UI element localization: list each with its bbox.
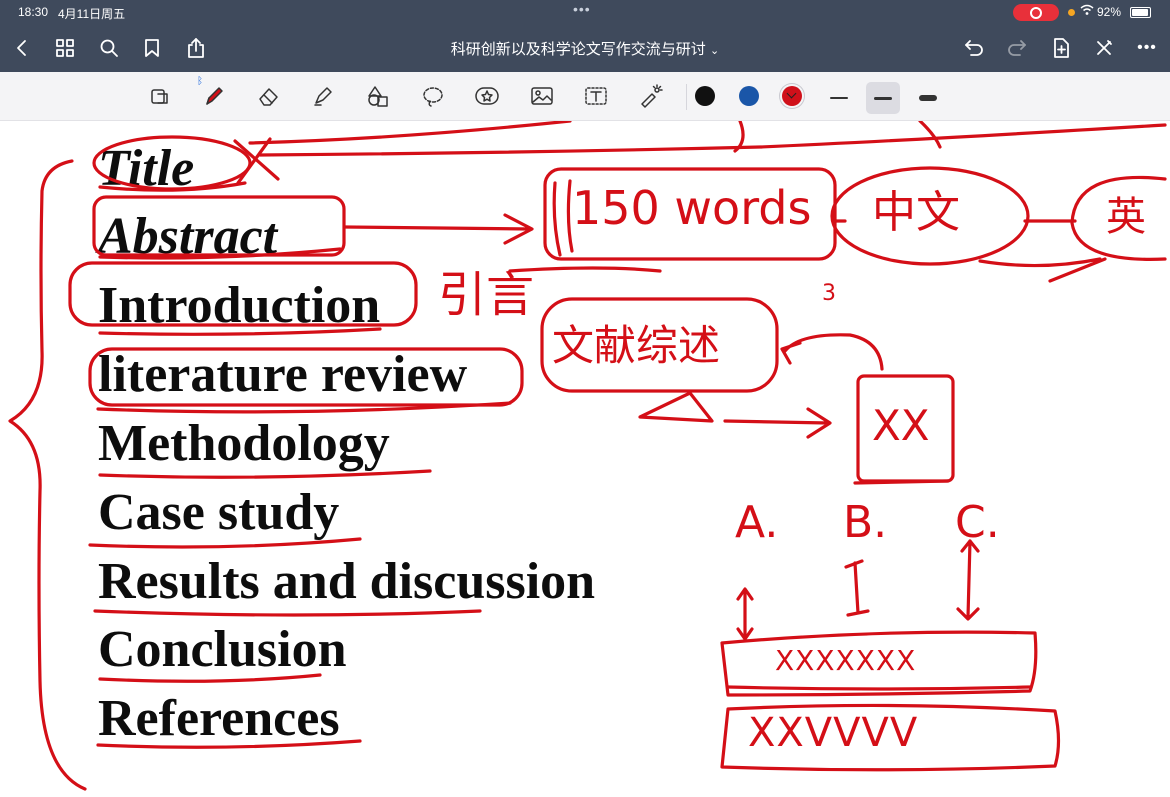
eraser-icon[interactable] bbox=[254, 82, 284, 110]
litreview-loop bbox=[88, 347, 524, 407]
back-icon[interactable] bbox=[10, 36, 34, 60]
annotation-abstract-words: 150 words bbox=[572, 181, 812, 235]
more-icon[interactable]: ••• bbox=[1135, 36, 1159, 60]
document-title[interactable]: 科研创新以及科学论文写作交流与研讨 ⌄ bbox=[380, 38, 790, 59]
share-icon[interactable] bbox=[184, 36, 208, 60]
arrow-b bbox=[844, 559, 870, 617]
title-loop bbox=[92, 135, 252, 191]
toolbar-divider bbox=[686, 84, 687, 110]
redo-icon[interactable] bbox=[1005, 36, 1029, 60]
stroke-thick[interactable] bbox=[911, 82, 945, 114]
note-page[interactable]: Title Abstract Introduction literature r… bbox=[0, 121, 1170, 797]
wifi-icon bbox=[1080, 4, 1094, 19]
top-stroke-1 bbox=[248, 121, 572, 145]
arrow-c bbox=[956, 539, 980, 621]
annotation-number: 3 bbox=[822, 281, 836, 306]
undo-icon[interactable] bbox=[962, 36, 986, 60]
annotation-lit-review: 文献综述 bbox=[552, 321, 721, 370]
drawing-toolbar: ᛒ bbox=[0, 72, 1170, 121]
lasso-icon[interactable] bbox=[418, 82, 448, 110]
annotation-label-c: C. bbox=[955, 497, 1000, 548]
color-blue[interactable] bbox=[739, 86, 759, 106]
annotation-label-a: A. bbox=[735, 497, 779, 548]
annotation-box1: XXXXXXX bbox=[775, 644, 917, 677]
image-icon[interactable] bbox=[527, 82, 557, 110]
stroke-thin[interactable] bbox=[822, 82, 856, 114]
status-date: 4月11日周五 bbox=[58, 7, 126, 21]
add-page-icon[interactable] bbox=[1049, 36, 1073, 60]
left-brace bbox=[8, 159, 87, 791]
privacy-indicator-icon bbox=[1068, 9, 1075, 16]
stroke-medium-selected[interactable] bbox=[866, 82, 900, 114]
annotation-intro: 引言 bbox=[438, 267, 535, 323]
sticker-icon[interactable] bbox=[472, 82, 502, 110]
arrow-a bbox=[736, 587, 754, 641]
highlighter-icon[interactable] bbox=[308, 82, 338, 110]
battery-percent: 92% bbox=[1097, 5, 1122, 19]
intro-loop bbox=[68, 261, 418, 327]
color-red-selected[interactable] bbox=[782, 86, 802, 106]
annotation-box2: XXVVVV bbox=[748, 710, 919, 756]
multitask-dots-icon[interactable]: ••• bbox=[573, 1, 591, 17]
grid-view-icon[interactable] bbox=[53, 36, 77, 60]
annotation-box: XX bbox=[872, 401, 930, 450]
battery-icon bbox=[1130, 7, 1151, 18]
laser-pointer-icon[interactable] bbox=[636, 82, 666, 110]
abstract-box bbox=[92, 195, 346, 257]
chevron-down-icon bbox=[786, 88, 797, 99]
close-pen-icon[interactable] bbox=[1092, 36, 1116, 60]
bluetooth-icon: ᛒ bbox=[197, 76, 203, 87]
status-time: 18:30 bbox=[18, 5, 49, 19]
lasso-page-icon[interactable] bbox=[145, 82, 175, 110]
annotation-english: 英 bbox=[1106, 194, 1146, 240]
search-icon[interactable] bbox=[97, 36, 121, 60]
pen-tool-icon[interactable]: ᛒ bbox=[197, 76, 229, 110]
status-bar: 18:30 4月11日周五 ••• 92% bbox=[0, 0, 1170, 24]
annotation-label-b: B. bbox=[843, 497, 888, 548]
top-stroke-4 bbox=[918, 121, 942, 149]
text-tool-icon[interactable] bbox=[581, 82, 611, 110]
chevron-down-icon: ⌄ bbox=[709, 45, 720, 57]
annotation-chinese: 中文 bbox=[872, 187, 960, 238]
bookmark-icon[interactable] bbox=[140, 36, 164, 60]
color-black[interactable] bbox=[695, 86, 715, 106]
top-stroke-2 bbox=[258, 123, 1167, 157]
nav-bar: 科研创新以及科学论文写作交流与研讨 ⌄ ••• bbox=[0, 24, 1170, 72]
screen-record-icon[interactable] bbox=[1013, 4, 1059, 21]
arrow-to-xx bbox=[723, 407, 832, 439]
shape-tool-icon[interactable] bbox=[363, 82, 393, 110]
